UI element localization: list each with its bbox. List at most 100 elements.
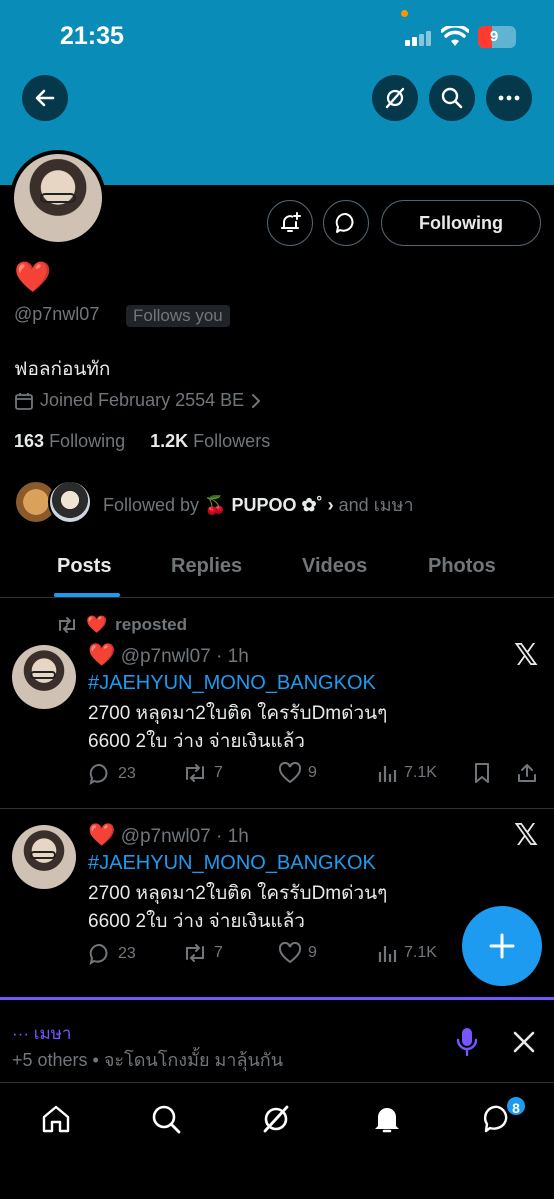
following-count: 163 (14, 431, 45, 451)
bar-chart-icon (378, 766, 397, 782)
microphone-icon[interactable] (454, 1026, 480, 1058)
post-author-handle: @p7nwl07 (120, 826, 211, 847)
followed-by-text: Followed by 🍒 PUPOO ✿˚ › and เมษา (103, 490, 414, 519)
grok-button[interactable] (372, 75, 418, 121)
reply-button[interactable]: 23 (88, 762, 136, 786)
nav-grok[interactable] (256, 1099, 296, 1139)
bookmark-icon (475, 763, 489, 783)
home-icon (42, 1105, 70, 1133)
profile-avatar[interactable] (10, 150, 106, 246)
post-text: 2700 หลุดมา2ใบติด ใครรับDmด่วนๆ 6600 2ใบ… (88, 703, 388, 752)
share-button[interactable] (516, 762, 538, 784)
followers-label: Followers (193, 431, 271, 451)
following-count-link[interactable]: 163 Following (14, 431, 125, 451)
post-hashtag[interactable]: #JAEHYUN_MONO_BANGKOK (88, 672, 376, 695)
post-time: · 1h (216, 826, 249, 847)
followers-count: 1.2K (150, 431, 189, 451)
like-count: 9 (308, 764, 317, 781)
followed-by-first: 🍒 PUPOO ✿˚ › (204, 495, 334, 515)
followed-by-row[interactable]: Followed by 🍒 PUPOO ✿˚ › and เมษา (14, 480, 534, 526)
heart-icon (278, 762, 302, 784)
repost-icon (186, 944, 204, 962)
dm-message-preview: +5 others • จะโดนโกงมั้ย มาลุ้นกัน (12, 1050, 284, 1070)
follows-you-badge: Follows you (126, 305, 230, 327)
post-author-avatar[interactable] (12, 645, 76, 709)
status-bar: 21:35 9 (0, 0, 554, 70)
messages-badge: 8 (505, 1095, 527, 1117)
post-hashtag[interactable]: #JAEHYUN_MONO_BANGKOK (88, 852, 376, 875)
followed-by-prefix: Followed by (103, 495, 200, 515)
active-tab-indicator (54, 593, 120, 597)
bookmark-button[interactable] (472, 762, 492, 784)
profile-handle: @p7nwl07 (14, 304, 100, 324)
like-count: 9 (308, 944, 317, 961)
repost-count: 7 (214, 764, 223, 781)
x-logo-icon: 𝕏 (514, 818, 539, 853)
like-button[interactable]: 9 (278, 942, 317, 964)
tab-replies[interactable]: Replies (171, 555, 242, 578)
post-text: 2700 หลุดมา2ใบติด ใครรับDmด่วนๆ 6600 2ใบ… (88, 883, 388, 932)
bottom-navigation: 8 (0, 1082, 554, 1199)
reply-button[interactable]: 23 (88, 942, 136, 966)
post-header: ❤️ @p7nwl07 · 1h (88, 642, 249, 668)
tab-posts[interactable]: Posts (57, 555, 111, 578)
repost-icon (59, 617, 75, 633)
back-button[interactable] (22, 75, 68, 121)
tab-photos[interactable]: Photos (428, 555, 496, 578)
chevron-right-icon (252, 393, 261, 408)
nav-search[interactable] (146, 1099, 186, 1139)
wifi-icon (441, 26, 469, 46)
follow-counts: 163 Following 1.2K Followers (14, 431, 270, 452)
repost-button[interactable]: 7 (182, 762, 223, 784)
dm-preview-bar[interactable]: ··· เมษา +5 others • จะโดนโกงมั้ย มาลุ้น… (0, 997, 554, 1081)
like-button[interactable]: 9 (278, 762, 317, 784)
post-author-avatar[interactable] (12, 825, 76, 889)
plus-icon (489, 933, 515, 959)
heart-icon (278, 942, 302, 964)
repost-context: ❤️ reposted (56, 615, 187, 635)
followed-by-and: and (338, 495, 369, 515)
status-time: 21:35 (60, 22, 124, 50)
search-button[interactable] (429, 75, 475, 121)
arrow-left-icon (35, 89, 55, 107)
following-label: Following (49, 431, 126, 451)
views-button[interactable]: 7.1K (376, 942, 437, 964)
reply-count: 23 (118, 945, 136, 962)
nav-notifications[interactable] (367, 1099, 407, 1139)
cellular-signal-icon (405, 30, 433, 46)
notifications-subscribe-button[interactable] (267, 200, 313, 246)
privacy-indicator-dot (401, 10, 408, 17)
post-time: · 1h (216, 646, 249, 667)
post-actions: 23 7 9 7.1K (88, 762, 548, 792)
battery-level: 9 (489, 28, 499, 45)
dm-sender-name: ··· เมษา (12, 1024, 72, 1043)
grok-icon (263, 1105, 289, 1133)
message-button[interactable] (323, 200, 369, 246)
joined-date-row[interactable]: Joined February 2554 BE (14, 390, 262, 411)
bar-chart-icon (378, 946, 397, 962)
repost-icon (186, 764, 204, 782)
reply-count: 23 (118, 765, 136, 782)
post-author-name: ❤️ (88, 642, 116, 667)
post-author-handle: @p7nwl07 (120, 646, 211, 667)
repost-author: ❤️ (86, 615, 108, 634)
reply-icon (89, 763, 108, 786)
x-logo-icon: 𝕏 (514, 638, 539, 673)
profile-display-name: ❤️ (14, 261, 52, 294)
compose-post-button[interactable] (462, 906, 542, 986)
followers-count-link[interactable]: 1.2K Followers (150, 431, 270, 451)
more-options-button[interactable] (486, 75, 532, 121)
battery-indicator: 9 (478, 26, 516, 48)
views-button[interactable]: 7.1K (376, 762, 437, 784)
search-icon (441, 87, 463, 109)
repost-button[interactable]: 7 (182, 942, 223, 964)
bell-icon (375, 1108, 399, 1133)
close-icon[interactable] (512, 1030, 536, 1054)
more-horizontal-icon (498, 95, 520, 101)
joined-date-text: Joined February 2554 BE (40, 390, 245, 410)
chat-bubble-icon (335, 212, 354, 233)
following-button[interactable]: Following (381, 200, 541, 246)
nav-home[interactable] (36, 1099, 76, 1139)
tab-videos[interactable]: Videos (302, 555, 367, 578)
calendar-icon (15, 392, 33, 410)
